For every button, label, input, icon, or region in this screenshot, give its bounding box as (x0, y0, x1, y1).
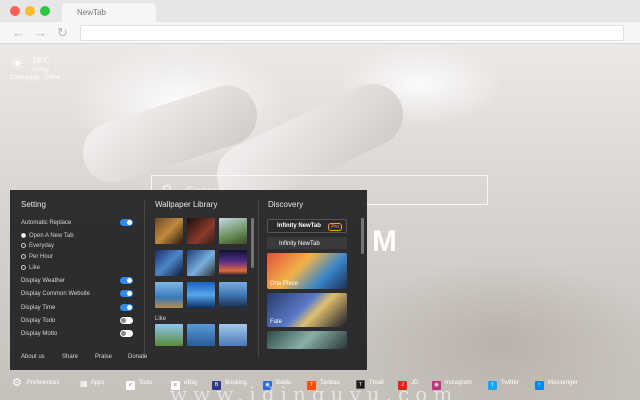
toggle-row-weather[interactable]: Display Weather (21, 277, 133, 284)
toggle-row-time[interactable]: Display Time (21, 304, 133, 311)
wallpaper-thumb[interactable] (155, 324, 183, 346)
toggle-row-common-website[interactable]: Display Common Website (21, 290, 133, 297)
wallpaper-thumb[interactable] (187, 250, 215, 276)
twitter-icon: t (488, 381, 497, 390)
wallpaper-library-title: Wallpaper Library (155, 200, 218, 209)
discovery-card-label: Fate (270, 319, 283, 325)
discovery-scrollbar[interactable] (361, 218, 364, 254)
weather-temperature: 18°C (32, 56, 50, 65)
discovery-card-label: Infinity NewTab (279, 241, 320, 247)
watermark: www.idinguyu.com (170, 382, 459, 400)
radio-dot (21, 254, 26, 259)
wallpaper-thumb[interactable] (219, 218, 247, 244)
preferences-button[interactable]: Preferences (27, 377, 59, 389)
radio-everyday[interactable]: Everyday (21, 243, 54, 249)
radio-dot (21, 265, 26, 270)
dock-link-twitter[interactable]: t Twitter (488, 377, 519, 390)
toggle-label: Display Common Website (21, 291, 90, 297)
common-website-toggle[interactable] (120, 290, 133, 297)
dock-link-messenger[interactable]: ≈ Messenger (535, 377, 578, 390)
column-divider (258, 200, 259, 358)
discovery-card-infinity-menu[interactable]: Infinity NewTab (267, 237, 347, 249)
discovery-card-label: Infinity NewTab (277, 223, 321, 229)
radio-per-hour[interactable]: Per Hour (21, 254, 53, 260)
logo-fragment: M (372, 225, 397, 258)
radio-dot (21, 243, 26, 248)
discovery-card[interactable] (267, 331, 347, 349)
browser-toolbar: ← → ↻ (0, 22, 640, 44)
radio-open-new-tab[interactable]: Open A New Tab (21, 233, 74, 239)
radio-dot (21, 233, 26, 238)
apps-button[interactable]: ▦ Apps (80, 377, 104, 389)
arrow-right-icon[interactable]: → (34, 25, 47, 41)
wallpaper-thumb[interactable] (155, 282, 183, 308)
wallpaper-thumb[interactable] (155, 218, 183, 244)
dock-label: Messenger (548, 380, 578, 386)
weather-condition: Sunny (32, 67, 50, 73)
gear-icon[interactable]: ⚙ (12, 378, 22, 389)
wallpaper-scrollbar[interactable] (251, 218, 254, 268)
wallpaper-thumb[interactable] (155, 250, 183, 276)
maximize-window-button[interactable] (40, 6, 50, 16)
auto-replace-toggle[interactable] (120, 219, 133, 226)
weather-toggle[interactable] (120, 277, 133, 284)
dock-label: Twitter (501, 380, 519, 386)
browser-tab[interactable]: NewTab (62, 3, 156, 22)
dock-label: Todo (139, 380, 153, 386)
like-section-label: Like (155, 316, 167, 322)
auto-replace-label: Automatic Replace (21, 220, 72, 226)
toggle-row-motto[interactable]: Display Motto (21, 330, 133, 337)
radio-label: Like (29, 265, 41, 271)
wallpaper-thumb[interactable] (219, 250, 247, 276)
close-window-button[interactable] (10, 6, 20, 16)
wallpaper-thumb[interactable] (219, 324, 247, 346)
title-bar: NewTab (0, 0, 640, 22)
wallpaper-thumb[interactable] (219, 282, 247, 308)
discovery-card-one-piece[interactable]: One Piece (267, 253, 347, 289)
wallpaper-thumb[interactable] (187, 282, 215, 308)
minimize-window-button[interactable] (25, 6, 35, 16)
pro-badge: Pro (328, 223, 342, 231)
reload-icon[interactable]: ↻ (57, 25, 68, 41)
discovery-card-infinity[interactable]: Infinity NewTab Pro (267, 219, 347, 233)
wallpaper-thumb[interactable] (187, 218, 215, 244)
radio-label: Per Hour (29, 254, 54, 260)
column-divider (144, 200, 145, 358)
discovery-title: Discovery (268, 200, 304, 209)
time-toggle[interactable] (120, 304, 133, 311)
sun-icon: ☀ (10, 56, 25, 73)
discovery-card-fate[interactable]: Fate (267, 293, 347, 327)
toggle-row-todo[interactable]: Display Todo (21, 317, 133, 324)
toggle-label: Display Motto (21, 331, 58, 337)
toggle-label: Display Weather (21, 278, 65, 284)
radio-label: Open A New Tab (29, 233, 74, 239)
toggle-label: Display Todo (21, 318, 56, 324)
setting-title: Setting (21, 200, 46, 209)
address-bar[interactable] (80, 25, 624, 41)
auto-replace-row[interactable]: Automatic Replace (21, 219, 133, 226)
grid-icon: ▦ (80, 379, 88, 388)
praise-link[interactable]: Praise (95, 354, 112, 360)
motto-toggle[interactable] (120, 330, 133, 337)
radio-label: Everyday (29, 243, 55, 249)
wallpaper-thumb[interactable] (187, 324, 215, 346)
dock-link-todo[interactable]: ✓ Todo (126, 377, 153, 390)
weather-location: Chongqing · China (10, 75, 61, 81)
about-us-link[interactable]: About us (21, 354, 45, 360)
discovery-card-label: One Piece (270, 281, 299, 287)
radio-like[interactable]: Like (21, 265, 40, 271)
todo-toggle[interactable] (120, 317, 133, 324)
share-link[interactable]: Share (62, 354, 78, 360)
tab-title: NewTab (77, 8, 106, 17)
settings-panel: Setting Wallpaper Library Discovery Auto… (10, 190, 367, 370)
apps-label: Apps (90, 380, 105, 386)
donate-link[interactable]: Donate (128, 354, 147, 360)
check-icon: ✓ (126, 381, 135, 390)
toggle-label: Display Time (21, 305, 56, 311)
arrow-left-icon[interactable]: ← (12, 25, 25, 41)
messenger-icon: ≈ (535, 381, 544, 390)
